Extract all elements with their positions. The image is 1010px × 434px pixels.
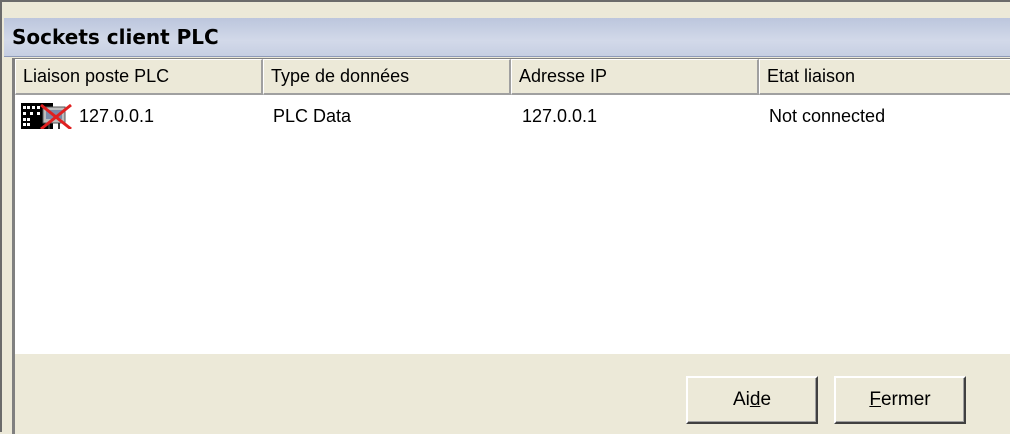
window-title: Sockets client PLC xyxy=(12,25,219,49)
list-header: Liaison poste PLC Type de données Adress… xyxy=(15,59,1010,95)
cell-etat: Not connected xyxy=(769,106,886,126)
help-button[interactable]: Aide xyxy=(686,376,818,424)
connections-list[interactable]: Liaison poste PLC Type de données Adress… xyxy=(12,58,1010,354)
close-button-label-accel: F xyxy=(869,389,881,410)
cell-ip: 127.0.0.1 xyxy=(522,106,598,126)
column-header-etat[interactable]: Etat liaison xyxy=(759,59,1010,95)
help-button-label-pre: Ai xyxy=(732,389,750,410)
close-button[interactable]: Fermer xyxy=(834,376,966,424)
help-button-label-post: e xyxy=(760,389,772,410)
sockets-client-window: Sockets client PLC Liaison poste PLC Typ… xyxy=(0,0,1010,434)
column-header-liaison[interactable]: Liaison poste PLC xyxy=(15,59,263,95)
column-header-type[interactable]: Type de données xyxy=(263,59,511,95)
cell-type: PLC Data xyxy=(273,106,352,126)
titlebar: Sockets client PLC xyxy=(4,18,1010,57)
help-button-label-accel: d xyxy=(749,389,761,410)
column-header-ip[interactable]: Adresse IP xyxy=(511,59,759,95)
plc-disconnected-icon xyxy=(21,103,72,129)
close-button-label-post: ermer xyxy=(880,389,931,410)
list-item[interactable]: 127.0.0.1 PLC Data 127.0.0.1 Not connect… xyxy=(15,97,1010,135)
cell-liaison: 127.0.0.1 xyxy=(79,106,155,126)
